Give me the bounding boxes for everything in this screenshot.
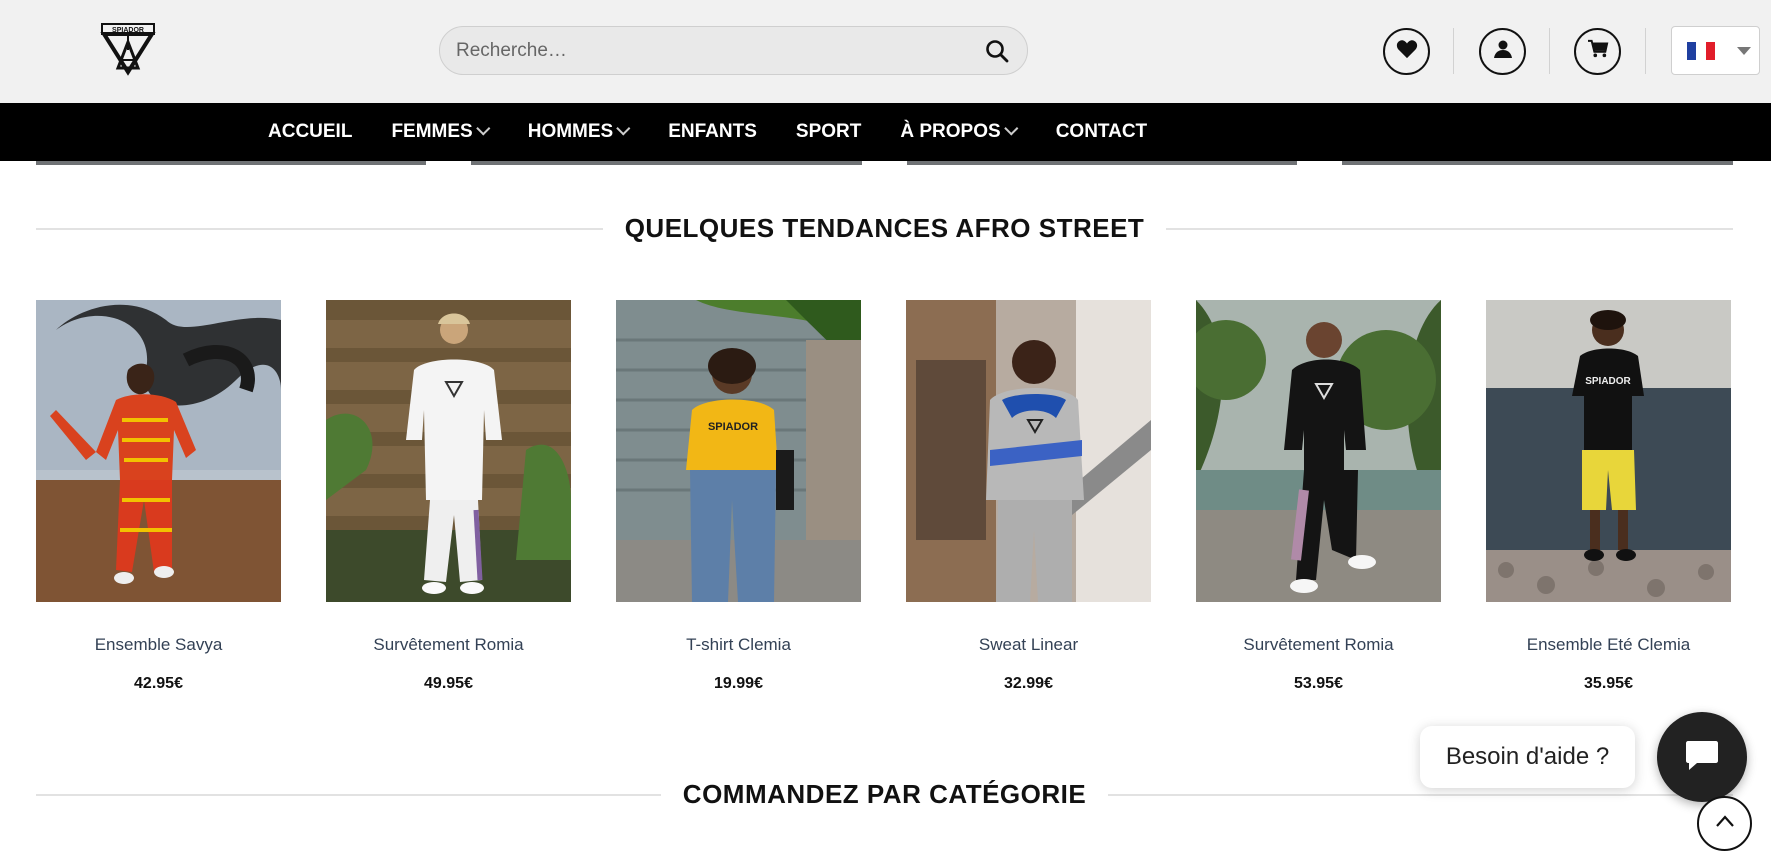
heart-icon [1396, 39, 1418, 64]
wishlist-button[interactable] [1383, 28, 1430, 75]
section-title: COMMANDEZ PAR CATÉGORIE [682, 779, 1087, 809]
product-image[interactable] [1196, 300, 1441, 602]
nav-item-enfants[interactable]: ENFANTS [668, 121, 757, 143]
header: SPIADOR [0, 0, 1771, 103]
header-divider [1453, 28, 1454, 74]
chevron-down-icon [1003, 121, 1019, 136]
product-image[interactable] [326, 300, 571, 602]
heading-divider [1166, 227, 1734, 230]
chevron-up-icon [1715, 814, 1735, 833]
spiador-logo[interactable]: SPIADOR [96, 20, 160, 78]
banner-edge [1342, 161, 1733, 165]
search-icon[interactable] [983, 37, 1011, 65]
back-to-top-button[interactable] [1697, 796, 1752, 851]
product-image[interactable] [36, 300, 281, 602]
product-image[interactable]: SPIADOR [616, 300, 861, 602]
product-image[interactable] [906, 300, 1151, 602]
chat-icon [1685, 739, 1719, 776]
section-title: QUELQUES TENDANCES AFRO STREET [624, 213, 1145, 243]
product-price: 32.99€ [1004, 675, 1053, 692]
banner-edge [36, 161, 426, 165]
heading-divider [1108, 793, 1734, 796]
product-price: 19.99€ [714, 675, 763, 692]
chevron-down-icon [1737, 47, 1751, 55]
product-name[interactable]: Ensemble Savya [36, 635, 281, 655]
section-trends-heading: QUELQUES TENDANCES AFRO STREET [36, 213, 1734, 244]
header-divider [1645, 28, 1646, 74]
nav-item-sport[interactable]: SPORT [796, 121, 861, 143]
flag-fr-icon [1687, 41, 1715, 60]
product-name[interactable]: T-shirt Clemia [616, 635, 861, 655]
heading-divider [36, 793, 661, 796]
product-price: 35.95€ [1584, 675, 1633, 692]
main-nav: ACCUEIL FEMMES HOMMES ENFANTS SPORT À PR… [0, 103, 1771, 161]
product-price: 53.95€ [1294, 675, 1343, 692]
nav-item-contact[interactable]: CONTACT [1056, 121, 1147, 143]
product-card[interactable]: Sweat Linear 32.99€ [906, 300, 1151, 693]
search-bar [439, 26, 1028, 75]
product-price: 42.95€ [134, 675, 183, 692]
language-selector[interactable] [1671, 26, 1760, 75]
heading-divider [36, 227, 603, 230]
svg-text:SPIADOR: SPIADOR [1585, 376, 1631, 387]
cart-button[interactable] [1574, 28, 1621, 75]
product-name[interactable]: Survêtement Romia [1196, 635, 1441, 655]
user-icon [1493, 39, 1513, 64]
help-text: Besoin d'aide ? [1445, 743, 1610, 770]
banner-edge [471, 161, 862, 165]
svg-text:SPIADOR: SPIADOR [708, 421, 758, 433]
product-price: 49.95€ [424, 675, 473, 692]
product-name[interactable]: Survêtement Romia [326, 635, 571, 655]
chevron-down-icon [475, 121, 491, 136]
product-card[interactable]: Survêtement Romia 49.95€ [326, 300, 571, 693]
product-card[interactable]: Ensemble Savya 42.95€ [36, 300, 281, 693]
product-card[interactable]: SPIADOR Ensemble Eté Clemia 35.95€ [1486, 300, 1731, 693]
help-bubble[interactable]: Besoin d'aide ? [1420, 726, 1635, 788]
product-name[interactable]: Sweat Linear [906, 635, 1151, 655]
cart-icon [1587, 39, 1609, 64]
page: SPIADOR Recherche… ACCUEIL FEMMES HOMMES… [0, 0, 1771, 858]
product-name[interactable]: Ensemble Eté Clemia [1486, 635, 1731, 655]
product-card[interactable]: Survêtement Romia 53.95€ [1196, 300, 1441, 693]
product-image[interactable]: SPIADOR [1486, 300, 1731, 602]
nav-item-accueil[interactable]: ACCUEIL [268, 121, 352, 143]
chat-button[interactable] [1657, 712, 1747, 802]
account-button[interactable] [1479, 28, 1526, 75]
chevron-down-icon [616, 121, 631, 136]
nav-item-a-propos[interactable]: À PROPOS [900, 121, 1019, 143]
product-card[interactable]: SPIADOR T-shirt Clemia 19.99€ [616, 300, 861, 693]
nav-item-hommes[interactable]: HOMMES [528, 121, 631, 143]
header-divider [1549, 28, 1550, 74]
search-input[interactable] [456, 39, 983, 62]
nav-item-femmes[interactable]: FEMMES [391, 121, 491, 143]
banner-edge [907, 161, 1297, 165]
